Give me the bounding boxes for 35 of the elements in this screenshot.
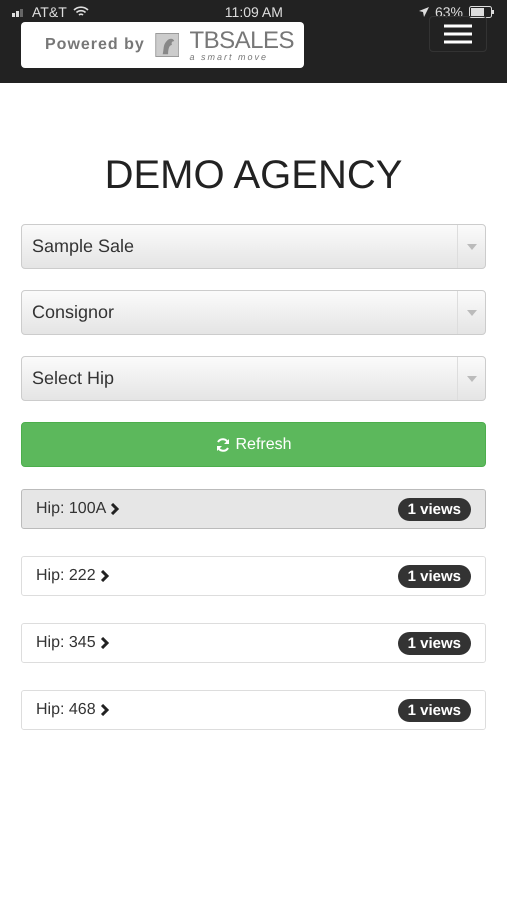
- chevron-right-icon: [100, 570, 110, 582]
- chevron-right-icon: [100, 637, 110, 649]
- location-arrow-icon: [418, 7, 429, 17]
- caret-icon: [466, 310, 476, 316]
- refresh-icon: [215, 436, 232, 452]
- caret-icon: [466, 244, 476, 250]
- views-badge: 1 views: [398, 698, 471, 722]
- hip-label: Hip: 100A: [36, 500, 106, 518]
- clock-label: 11:09 AM: [224, 4, 283, 20]
- logo-tagline: a smart move: [189, 52, 269, 62]
- hip-label: Hip: 222: [36, 567, 96, 585]
- hip-list-item[interactable]: Hip: 468 1 views: [21, 690, 486, 730]
- hip-label: Hip: 345: [36, 634, 96, 652]
- views-badge: 1 views: [398, 632, 471, 654]
- chevron-right-icon: [100, 704, 110, 716]
- wifi-icon: [72, 6, 89, 18]
- menu-button[interactable]: [429, 16, 487, 52]
- views-badge: 1 views: [398, 498, 471, 520]
- hip-list-item[interactable]: Hip: 345 1 views: [21, 623, 486, 663]
- page-title: DEMO AGENCY: [104, 153, 404, 198]
- dropdown-select[interactable]: Consignor: [21, 290, 486, 335]
- carrier-label: AT&T: [32, 4, 67, 20]
- dropdown-select[interactable]: Select Hip: [21, 356, 486, 401]
- views-badge: 1 views: [398, 564, 471, 588]
- battery-icon: [469, 6, 495, 18]
- powered-by-label: Powered by: [45, 36, 145, 54]
- chevron-right-icon: [110, 503, 120, 515]
- hip-list-item[interactable]: Hip: 100A 1 views: [21, 489, 486, 529]
- logo-name: TBSALES: [189, 28, 294, 52]
- hip-list-item[interactable]: Hip: 222 1 views: [21, 556, 486, 596]
- hip-label: Hip: 468: [36, 701, 96, 719]
- signal-icon: [12, 7, 26, 17]
- caret-icon: [466, 376, 476, 382]
- dropdown-select[interactable]: Sample Sale: [21, 224, 486, 269]
- menu-icon: [443, 24, 473, 44]
